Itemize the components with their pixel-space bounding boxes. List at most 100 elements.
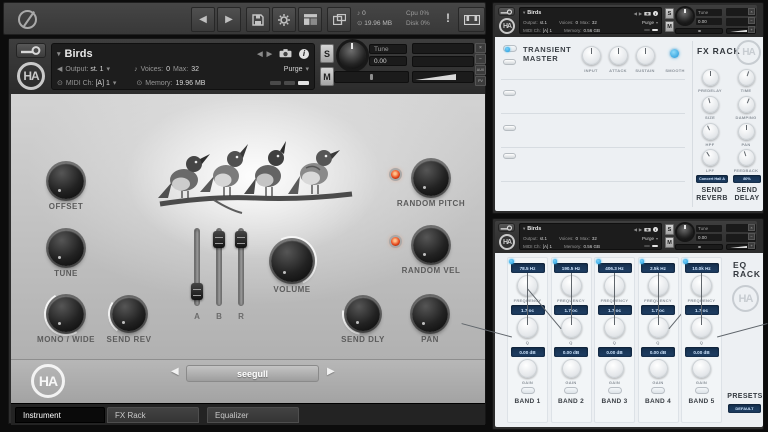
slider-r-handle[interactable] xyxy=(235,231,247,248)
prev-sample-button[interactable]: ◀ xyxy=(171,366,179,377)
delay-time-knob[interactable] xyxy=(738,69,755,86)
band5-frequency-value[interactable]: 10.0k Hz xyxy=(684,263,719,273)
pan-slider-handle[interactable] xyxy=(698,245,702,249)
send-rev-knob[interactable] xyxy=(112,297,146,331)
transient-attack-knob[interactable] xyxy=(609,46,628,65)
workspace-button[interactable] xyxy=(327,7,351,32)
fx-slot-handle[interactable] xyxy=(503,153,516,159)
slider-r-track[interactable] xyxy=(235,228,247,306)
forward-button[interactable]: ▶ xyxy=(217,7,241,32)
tab-equalizer[interactable]: Equalizer xyxy=(207,407,299,423)
purge-button[interactable]: Purge xyxy=(642,236,654,241)
band2-toggle[interactable] xyxy=(564,387,578,394)
info-icon[interactable]: i xyxy=(653,226,658,232)
presets-default-button[interactable]: DEFAULT xyxy=(728,404,761,413)
snapshot-camera-icon[interactable] xyxy=(644,11,651,16)
minimize-button[interactable]: − xyxy=(748,17,755,24)
edit-wrench-button[interactable] xyxy=(498,7,515,16)
tune-value-box[interactable]: 0.00 xyxy=(696,18,722,25)
next-sample-button[interactable]: ▶ xyxy=(327,366,335,377)
prev-instrument-button[interactable]: ◀ xyxy=(634,11,637,16)
options-button[interactable] xyxy=(272,7,296,32)
transient-master-toggle[interactable] xyxy=(503,45,517,52)
pan-knob[interactable] xyxy=(412,296,448,332)
tune-value-box[interactable]: 0.00 xyxy=(369,56,407,66)
edit-wrench-button[interactable] xyxy=(498,223,515,232)
delay-damping-knob[interactable] xyxy=(738,96,755,113)
sample-selector-button[interactable]: seegull xyxy=(186,365,319,382)
snapshot-camera-icon[interactable] xyxy=(644,227,651,232)
pan-slider[interactable] xyxy=(675,28,723,34)
band1-toggle[interactable] xyxy=(520,387,535,394)
delay-feedback-knob[interactable] xyxy=(738,149,755,166)
prev-instrument-button[interactable]: ◀ xyxy=(634,227,637,232)
pv-button[interactable]: + xyxy=(748,26,755,33)
minimize-button[interactable]: − xyxy=(748,233,755,240)
output-selector[interactable]: Output: st. 1 xyxy=(65,66,103,73)
slider-b-track[interactable] xyxy=(213,228,225,306)
reverb-hpf-knob[interactable] xyxy=(702,123,719,140)
band2-gain-value[interactable]: 0.00 dB xyxy=(554,347,588,357)
instrument-menu-caret[interactable]: ▾ xyxy=(523,10,525,16)
tab-instrument[interactable]: Instrument xyxy=(15,407,105,423)
midi-channel-selector[interactable]: MIDI Ch: [A] 1 xyxy=(66,80,110,87)
reverb-size-knob[interactable] xyxy=(702,96,719,113)
solo-button[interactable]: S xyxy=(665,224,674,235)
mute-button[interactable]: M xyxy=(665,21,674,32)
slider-a-handle[interactable] xyxy=(191,283,203,300)
band1-gain-value[interactable]: 0.00 dB xyxy=(510,347,545,357)
tune-knob[interactable] xyxy=(339,42,366,69)
instrument-title[interactable]: Birds xyxy=(527,226,541,232)
slider-b-handle[interactable] xyxy=(213,231,225,248)
pan-slider-handle[interactable] xyxy=(370,74,374,80)
pan-slider-handle[interactable] xyxy=(698,29,702,33)
solo-button[interactable]: S xyxy=(320,44,334,63)
purge-caret[interactable]: ▾ xyxy=(656,20,658,25)
purge-caret[interactable]: ▾ xyxy=(305,65,309,73)
band3-toggle[interactable] xyxy=(607,387,622,394)
delay-mix-button[interactable]: 80% xyxy=(733,175,761,183)
tune-knob[interactable] xyxy=(677,8,693,24)
volume-knob[interactable] xyxy=(271,240,313,282)
band1-frequency-value[interactable]: 78.5 Hz xyxy=(510,263,545,273)
pv-button[interactable]: PV xyxy=(475,76,486,86)
offset-knob[interactable] xyxy=(48,163,84,199)
send-dly-knob[interactable] xyxy=(346,297,380,331)
band5-gain-knob[interactable] xyxy=(692,272,711,378)
fx-slot-handle[interactable] xyxy=(503,125,516,131)
band3-gain-knob[interactable] xyxy=(605,272,624,378)
close-button[interactable]: × xyxy=(475,43,486,53)
pan-slider[interactable] xyxy=(675,244,723,250)
warning-indicator[interactable]: ! xyxy=(446,11,450,25)
volume-slider[interactable] xyxy=(412,71,474,83)
transient-sustain-knob[interactable] xyxy=(636,46,655,65)
keyboard-toggle-button[interactable] xyxy=(458,7,485,32)
reverb-preset-button[interactable]: Concert Hall A xyxy=(696,175,728,183)
band4-gain-knob[interactable] xyxy=(648,272,668,378)
close-button[interactable]: × xyxy=(748,224,755,231)
output-caret[interactable]: ▾ xyxy=(107,65,111,73)
tune-knob[interactable] xyxy=(677,224,693,240)
mono-wide-knob[interactable] xyxy=(48,296,84,332)
reverb-predelay-knob[interactable] xyxy=(702,69,719,86)
view-layout-button[interactable] xyxy=(298,7,322,32)
band2-frequency-value[interactable]: 190.5 Hz xyxy=(554,263,588,273)
instrument-menu-caret[interactable]: ▾ xyxy=(523,226,525,232)
fx-slot-handle[interactable] xyxy=(503,90,516,96)
close-button[interactable]: × xyxy=(748,8,755,15)
purge-button[interactable]: Purge xyxy=(642,20,654,25)
reverb-lpf-knob[interactable] xyxy=(702,149,719,166)
random-vel-knob[interactable] xyxy=(413,227,449,263)
purge-button[interactable]: Purge xyxy=(284,66,303,73)
minimize-button[interactable]: − xyxy=(475,54,486,64)
midi-caret[interactable]: ▾ xyxy=(113,79,117,87)
instrument-menu-caret[interactable]: ▾ xyxy=(57,50,61,58)
band5-gain-value[interactable]: 0.00 dB xyxy=(684,347,719,357)
back-button[interactable]: ◀ xyxy=(191,7,215,32)
purge-caret[interactable]: ▾ xyxy=(656,236,658,241)
mute-button[interactable]: M xyxy=(320,67,334,86)
pv-button[interactable]: + xyxy=(748,242,755,249)
transient-smooth-knob[interactable] xyxy=(670,49,679,58)
instrument-title[interactable]: Birds xyxy=(527,10,541,16)
band3-gain-value[interactable]: 0.00 dB xyxy=(597,347,632,357)
